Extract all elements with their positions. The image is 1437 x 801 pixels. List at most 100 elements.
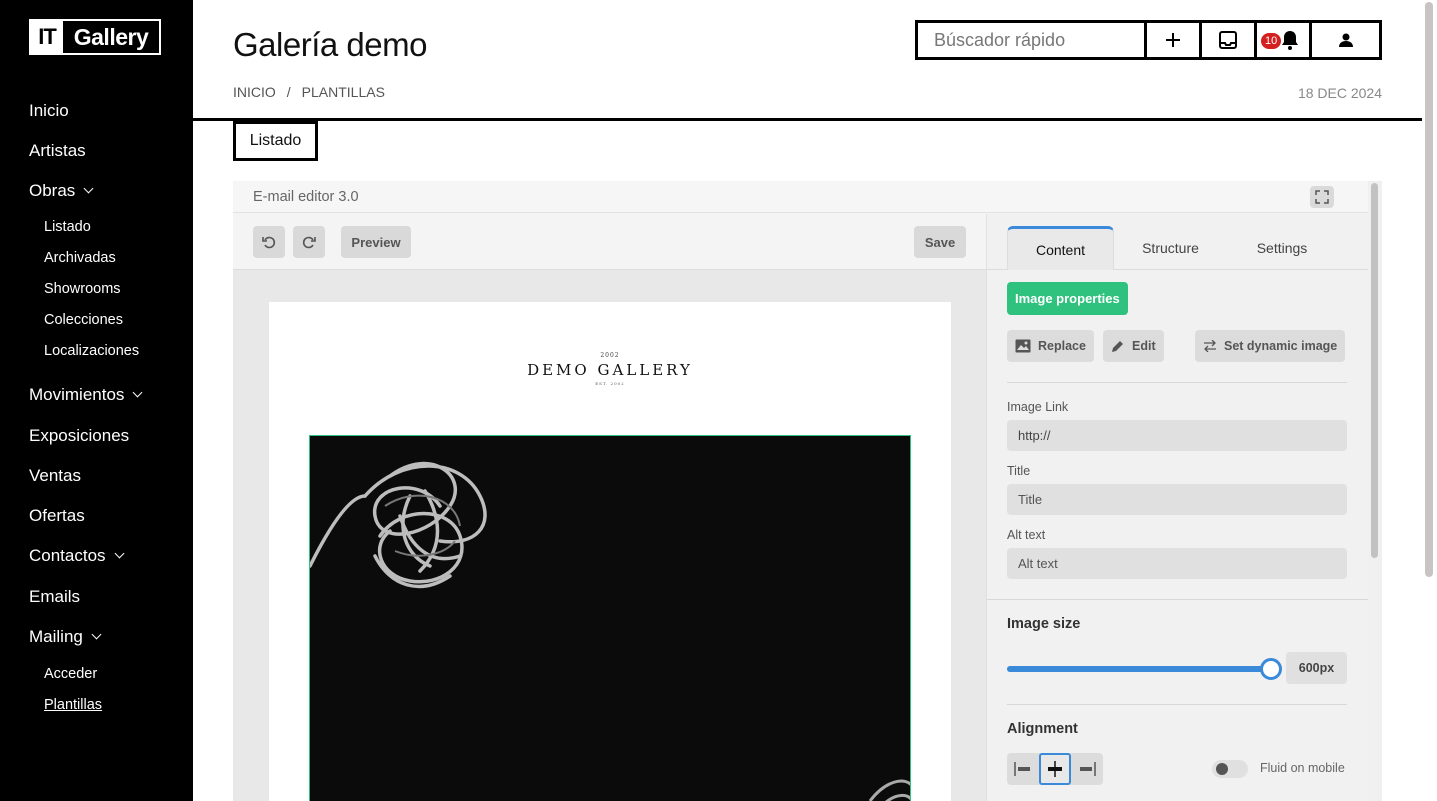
sidebar-item-label: Inicio	[29, 101, 69, 120]
editor-scrollbar[interactable]	[1368, 181, 1382, 801]
user-icon	[1338, 33, 1353, 47]
redo-button[interactable]	[293, 226, 325, 258]
tab-settings[interactable]: Settings	[1227, 226, 1337, 270]
editor-header: E-mail editor 3.0	[233, 181, 1382, 213]
title-input[interactable]	[1007, 484, 1347, 515]
sidebar-item-label: Contactos	[29, 546, 106, 565]
undo-button[interactable]	[253, 226, 285, 258]
sculpture-image	[310, 436, 910, 801]
tab-listado[interactable]: Listado	[233, 121, 318, 161]
pencil-icon	[1112, 341, 1123, 352]
alignment-title: Alignment	[1007, 721, 1078, 737]
sidebar-item-contactos[interactable]: Contactos	[29, 546, 124, 566]
sidebar-item-label: Ventas	[29, 466, 81, 485]
logo-it: IT	[31, 21, 63, 53]
editor-scrollbar-thumb[interactable]	[1371, 183, 1378, 558]
redo-icon	[302, 236, 316, 249]
alignment-group	[1007, 753, 1103, 785]
fluid-on-mobile-label: Fluid on mobile	[1260, 761, 1345, 775]
sidebar-item-mailing[interactable]: Mailing	[29, 627, 102, 647]
notifications-button[interactable]: 10	[1257, 23, 1312, 57]
panel-tabs: Content Structure Settings	[987, 214, 1368, 270]
image-size-slider[interactable]	[1007, 658, 1282, 680]
align-left-icon	[1014, 762, 1030, 776]
canvas-area: Preview Save 2002 DEMO GALLERY EST. 2002	[233, 214, 986, 801]
replace-label: Replace	[1038, 339, 1086, 353]
page-title: Galería demo	[233, 26, 427, 63]
email-brand-name: DEMO GALLERY	[527, 361, 693, 379]
inbox-button[interactable]	[1202, 23, 1257, 57]
sidebar-item-label: Artistas	[29, 141, 86, 160]
breadcrumb-plantillas[interactable]: PLANTILLAS	[302, 84, 385, 100]
search-input[interactable]	[918, 23, 1147, 57]
section-separator	[987, 599, 1369, 600]
editor-title: E-mail editor 3.0	[253, 188, 359, 205]
sidebar-item-ofertas[interactable]: Ofertas	[29, 506, 85, 526]
editor-toolbar: Preview Save	[233, 214, 986, 270]
breadcrumb-inicio[interactable]: INICIO	[233, 84, 276, 100]
align-left-button[interactable]	[1007, 753, 1039, 785]
set-dynamic-image-button[interactable]: Set dynamic image	[1195, 330, 1346, 362]
inbox-icon	[1219, 31, 1237, 49]
email-brand: 2002 DEMO GALLERY EST. 2002	[269, 352, 951, 386]
sidebar-item-ventas[interactable]: Ventas	[29, 466, 81, 486]
replace-image-button[interactable]: Replace	[1007, 330, 1094, 362]
alt-text-input[interactable]	[1007, 548, 1347, 579]
sidebar-item-exposiciones[interactable]: Exposiciones	[29, 426, 129, 446]
align-right-icon	[1080, 762, 1096, 776]
sidebar-item-inicio[interactable]: Inicio	[29, 101, 69, 121]
title-label: Title	[1007, 464, 1031, 478]
sidebar-item-label: Exposiciones	[29, 426, 130, 445]
top-toolbar: 10	[915, 20, 1382, 60]
breadcrumb: INICIO / PLANTILLAS	[233, 84, 385, 100]
sidebar: IT Gallery Inicio Artistas Obras Listado…	[0, 0, 193, 801]
image-link-input[interactable]	[1007, 420, 1347, 451]
logo[interactable]: IT Gallery	[29, 19, 161, 55]
sidebar-item-obras[interactable]: Obras	[29, 181, 94, 201]
properties-panel: Content Structure Settings Image propert…	[986, 214, 1369, 801]
slider-handle[interactable]	[1260, 658, 1282, 680]
sidebar-subitem-localizaciones[interactable]: Localizaciones	[44, 343, 139, 359]
tab-content[interactable]: Content	[1007, 226, 1114, 270]
fullscreen-icon	[1315, 190, 1329, 204]
edit-image-button[interactable]: Edit	[1103, 330, 1164, 362]
sidebar-item-artistas[interactable]: Artistas	[29, 141, 86, 161]
logo-gallery: Gallery	[73, 23, 149, 50]
sidebar-item-movimientos[interactable]: Movimientos	[29, 385, 143, 405]
sidebar-item-label: Obras	[29, 181, 76, 200]
chevron-down-icon	[91, 629, 102, 640]
align-right-button[interactable]	[1071, 753, 1103, 785]
sidebar-subitem-plantillas[interactable]: Plantillas	[44, 697, 102, 713]
sidebar-subitem-listado[interactable]: Listado	[44, 219, 91, 235]
page-scrollbar-thumb[interactable]	[1425, 2, 1433, 577]
header-divider	[193, 118, 1422, 121]
user-button[interactable]	[1312, 23, 1379, 57]
sidebar-item-label: Mailing	[29, 627, 83, 646]
sidebar-item-emails[interactable]: Emails	[29, 587, 80, 607]
add-button[interactable]	[1147, 23, 1202, 57]
email-image-block[interactable]	[309, 435, 911, 801]
page-scrollbar[interactable]	[1422, 0, 1437, 801]
align-center-button[interactable]	[1039, 753, 1071, 785]
sidebar-subitem-archivadas[interactable]: Archivadas	[44, 250, 116, 266]
fullscreen-button[interactable]	[1310, 186, 1334, 208]
fluid-on-mobile-toggle[interactable]	[1212, 760, 1248, 778]
sidebar-subitem-colecciones[interactable]: Colecciones	[44, 312, 123, 328]
sidebar-subitem-showrooms[interactable]: Showrooms	[44, 281, 121, 297]
chevron-down-icon	[83, 183, 94, 194]
chevron-down-icon	[132, 387, 143, 398]
sidebar-subitem-acceder[interactable]: Acceder	[44, 666, 97, 682]
save-button[interactable]: Save	[914, 226, 966, 258]
image-link-label: Image Link	[1007, 400, 1069, 414]
sidebar-item-label: Ofertas	[29, 506, 85, 525]
sidebar-item-label: Emails	[29, 587, 81, 606]
plus-icon	[1166, 33, 1180, 47]
breadcrumb-separator: /	[286, 84, 291, 100]
email-editor: E-mail editor 3.0 Preview Save 2002 DEMO…	[233, 181, 1382, 801]
image-properties-label: Image properties	[1007, 282, 1128, 315]
undo-icon	[262, 236, 276, 249]
preview-button[interactable]: Preview	[341, 226, 411, 258]
dynamic-label: Set dynamic image	[1224, 339, 1338, 353]
separator	[1007, 382, 1347, 383]
tab-structure[interactable]: Structure	[1118, 226, 1223, 270]
